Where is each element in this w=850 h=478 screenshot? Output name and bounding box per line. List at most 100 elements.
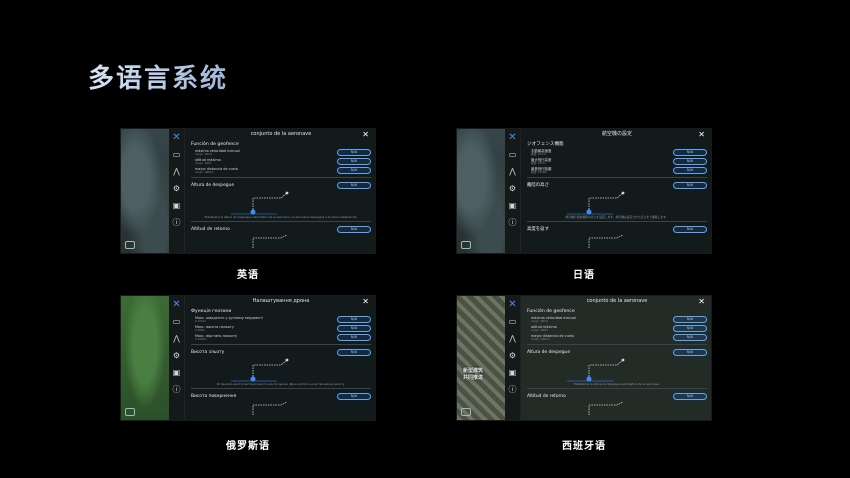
settings-icon[interactable]: ⚙ (508, 184, 517, 193)
battery-icon[interactable]: ▭ (172, 150, 181, 159)
battery-icon[interactable]: ▭ (508, 150, 517, 159)
close-icon[interactable]: ✕ (362, 129, 369, 140)
info-icon[interactable]: ⓘ (508, 218, 517, 227)
value-input[interactable]: N/A (673, 158, 707, 165)
takeoff-label: Висота зльоту (191, 349, 225, 355)
settings-panel: 航空機の設定 ✕ ジオフェンス機能 手動最高速度 範囲: 10m/s N/A 最… (521, 129, 711, 253)
settings-panel: Налаштування дрона ✕ Функція геозони Мак… (185, 296, 375, 420)
row-range: rango: 10m/s (531, 320, 549, 323)
close-icon[interactable]: ✕ (362, 296, 369, 307)
value-input[interactable]: N/A (673, 334, 707, 341)
panel-title: conjunto de la aeronave (250, 131, 312, 137)
value-input[interactable]: N/A (337, 167, 371, 174)
side-rail: ✕ ▭ ⋀ ⚙ ▣ ⓘ (505, 296, 521, 420)
map-toggle-icon[interactable] (461, 241, 471, 249)
slide-title: 多语言系统 (88, 58, 228, 95)
drone-icon[interactable]: ✕ (508, 300, 517, 310)
settings-panel: conjunto de la aeronave ✕ Función de geo… (521, 296, 711, 420)
flight-icon[interactable]: ⋀ (172, 334, 181, 343)
row-range: 範囲: 1000m (531, 171, 548, 174)
panel-header: 航空機の設定 ✕ (527, 129, 707, 140)
return-input[interactable]: N/A (673, 392, 707, 400)
map-view[interactable] (121, 296, 169, 420)
takeoff-diagram (191, 190, 371, 216)
language-caption: 俄罗斯语 (226, 441, 270, 452)
value-input[interactable]: N/A (673, 316, 707, 323)
flight-icon[interactable]: ⋀ (508, 334, 517, 343)
map-toggle-icon[interactable] (461, 408, 471, 416)
return-row: Altitud de retorno N/A (191, 224, 371, 234)
camera-icon[interactable]: ▣ (508, 368, 517, 377)
takeoff-diagram (527, 190, 707, 216)
value-input[interactable]: N/A (337, 325, 371, 332)
value-input[interactable]: N/A (673, 167, 707, 174)
side-rail: ✕ ▭ ⋀ ⚙ ▣ ⓘ (505, 129, 521, 253)
geofence-row: altitud máxima rango: 100m N/A (527, 324, 707, 333)
drone-icon[interactable]: ✕ (172, 300, 181, 310)
return-label: 高度を返す (527, 227, 549, 233)
return-row: Altitud de retorno N/A (527, 391, 707, 401)
value-input[interactable]: N/A (673, 325, 707, 332)
divider (191, 344, 371, 345)
camera-icon[interactable]: ▣ (508, 201, 517, 210)
row-range: rango: 1000m (531, 338, 550, 341)
drone-icon[interactable]: ✕ (172, 133, 181, 143)
info-icon[interactable]: ⓘ (172, 218, 181, 227)
return-input[interactable]: N/A (337, 225, 371, 233)
app-screenshot: ✕ ▭ ⋀ ⚙ ▣ ⓘ conjunto de la aeronave ✕ Fu… (456, 295, 712, 421)
side-rail: ✕ ▭ ⋀ ⚙ ▣ ⓘ (169, 296, 185, 420)
value-input[interactable]: N/A (673, 149, 707, 156)
value-input[interactable]: N/A (337, 316, 371, 323)
panel-title: conjunto de la aeronave (586, 298, 648, 304)
takeoff-input[interactable]: N/A (337, 181, 371, 189)
drone-icon[interactable]: ✕ (508, 133, 517, 143)
row-range: rango: 10m/s (195, 153, 213, 156)
map-toggle-icon[interactable] (125, 408, 135, 416)
panel-header: conjunto de la aeronave ✕ (191, 129, 371, 140)
row-range: 範囲: 10m/s (531, 153, 546, 156)
app-screenshot: ✕ ▭ ⋀ ⚙ ▣ ⓘ Налаштування дрона ✕ Функція… (120, 295, 376, 421)
return-diagram (527, 234, 707, 253)
geofence-row: Макс. швидкість у ручному керуванні 0-10… (191, 315, 371, 324)
return-input[interactable]: N/A (337, 392, 371, 400)
camera-icon[interactable]: ▣ (172, 201, 181, 210)
info-icon[interactable]: ⓘ (172, 385, 181, 394)
settings-icon[interactable]: ⚙ (172, 184, 181, 193)
settings-icon[interactable]: ⚙ (172, 351, 181, 360)
flight-icon[interactable]: ⋀ (172, 167, 181, 176)
geofence-row: Макс. відстань польоту 0-1000m N/A (191, 333, 371, 342)
divider (527, 388, 707, 390)
row-range: 0-1000m (195, 338, 207, 341)
geofence-row: altitud máxima rango: 100m N/A (191, 157, 371, 166)
takeoff-note: Establezca la altura de despegue automát… (204, 215, 358, 219)
takeoff-input[interactable]: N/A (673, 348, 707, 356)
map-view[interactable] (121, 129, 169, 253)
map-view[interactable] (457, 296, 505, 420)
value-input[interactable]: N/A (337, 158, 371, 165)
value-input[interactable]: N/A (337, 334, 371, 341)
camera-icon[interactable]: ▣ (172, 368, 181, 377)
value-input[interactable]: N/A (337, 149, 371, 156)
return-input[interactable]: N/A (673, 225, 707, 233)
settings-icon[interactable]: ⚙ (508, 351, 517, 360)
map-toggle-icon[interactable] (125, 241, 135, 249)
map-view[interactable] (457, 129, 505, 253)
takeoff-row: Altura de despegue N/A (191, 180, 371, 190)
flight-icon[interactable]: ⋀ (508, 167, 517, 176)
info-icon[interactable]: ⓘ (508, 385, 517, 394)
row-range: 範囲: 100m (531, 162, 546, 165)
takeoff-input[interactable]: N/A (337, 348, 371, 356)
settings-panel: conjunto de la aeronave ✕ Función de geo… (185, 129, 375, 253)
close-icon[interactable]: ✕ (698, 296, 705, 307)
row-range: rango: 100m (531, 329, 548, 332)
takeoff-label: Altura de despegue (527, 349, 571, 355)
language-caption: 日语 (573, 270, 595, 281)
language-caption: 英语 (237, 270, 259, 281)
close-icon[interactable]: ✕ (698, 129, 705, 140)
takeoff-input[interactable]: N/A (673, 181, 707, 189)
takeoff-note: 航空機の自動離陸の高さを設定します。航空機は設定された高さまで離陸します。 (565, 215, 669, 219)
app-screenshot: ✕ ▭ ⋀ ⚙ ▣ ⓘ conjunto de la aeronave ✕ Fu… (120, 128, 376, 254)
divider (191, 221, 371, 223)
battery-icon[interactable]: ▭ (508, 317, 517, 326)
battery-icon[interactable]: ▭ (172, 317, 181, 326)
